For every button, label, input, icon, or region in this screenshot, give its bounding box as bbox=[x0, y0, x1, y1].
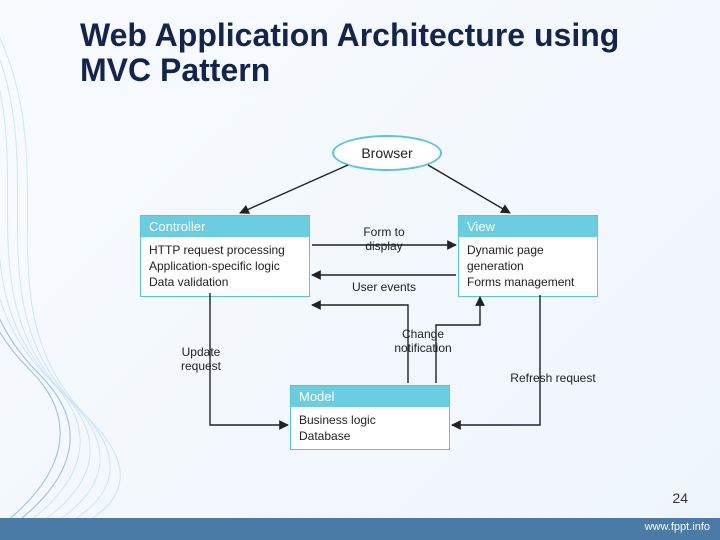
edge-label-update-request: Updaterequest bbox=[166, 345, 236, 374]
edge-label-refresh-request: Refresh request bbox=[498, 371, 608, 385]
footer-bar: www.fppt.info bbox=[0, 518, 720, 540]
footer-link-text: www.fppt.info bbox=[645, 521, 710, 533]
edge-label-change-notification: Changenotification bbox=[378, 327, 468, 356]
node-view: View Dynamic pagegenerationForms managem… bbox=[458, 215, 598, 297]
node-browser: Browser bbox=[332, 135, 442, 171]
node-model: Model Business logicDatabase bbox=[290, 385, 450, 450]
node-model-body: Business logicDatabase bbox=[291, 407, 449, 449]
node-view-body: Dynamic pagegenerationForms management bbox=[459, 237, 597, 296]
edge-label-user-events: User events bbox=[344, 280, 424, 294]
mvc-diagram: Browser Controller HTTP request processi… bbox=[140, 135, 640, 485]
node-browser-label: Browser bbox=[361, 145, 412, 161]
node-controller: Controller HTTP request processingApplic… bbox=[140, 215, 310, 297]
edge-label-form-to-display: Form todisplay bbox=[344, 225, 424, 254]
node-controller-header: Controller bbox=[141, 216, 309, 237]
node-controller-body: HTTP request processingApplication-speci… bbox=[141, 237, 309, 296]
slide-title: Web Application Architecture using MVC P… bbox=[80, 18, 680, 88]
node-model-header: Model bbox=[291, 386, 449, 407]
page-number: 24 bbox=[672, 490, 688, 506]
node-view-header: View bbox=[459, 216, 597, 237]
